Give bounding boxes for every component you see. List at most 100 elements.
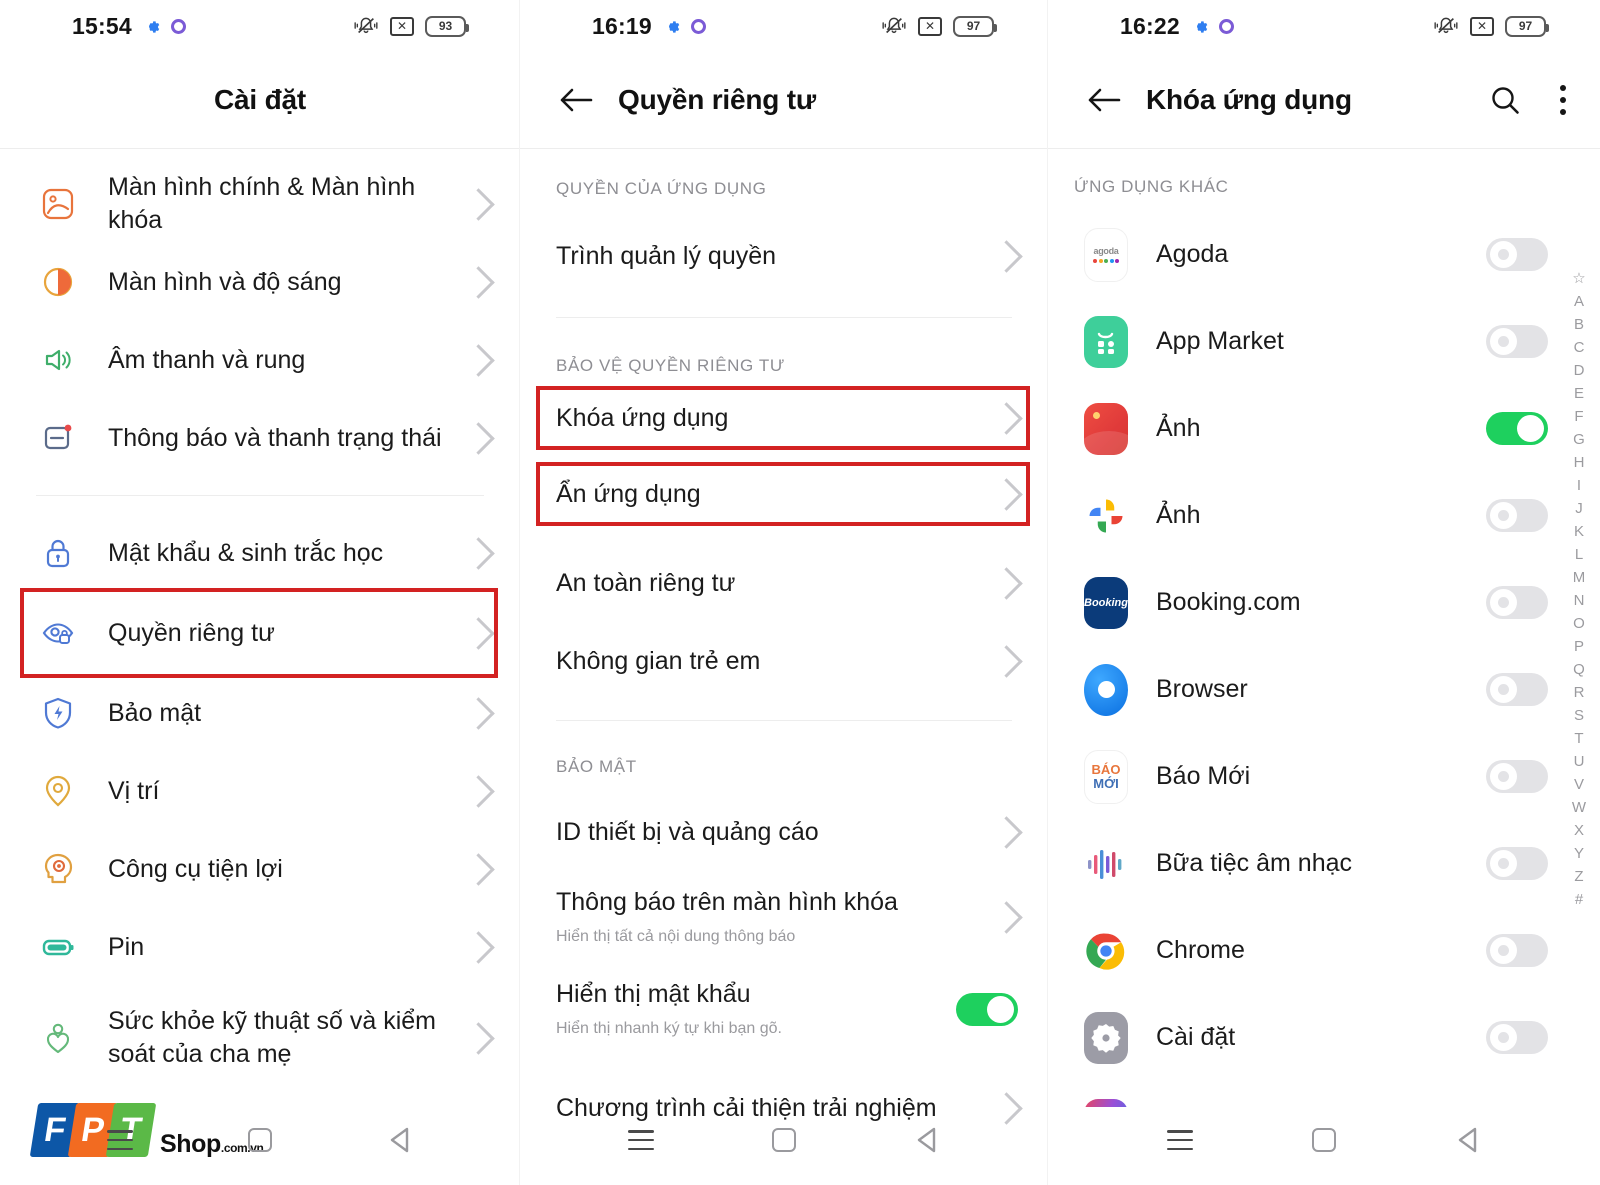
list-item[interactable]: Ảnh — [1048, 385, 1600, 472]
nav-bar — [0, 1117, 520, 1163]
alpha-item[interactable]: W — [1572, 797, 1586, 819]
sidebar-item-sound-vibration[interactable]: Âm thanh và rung — [0, 321, 520, 399]
home-square-icon[interactable] — [761, 1117, 807, 1163]
toggle-app-lock[interactable] — [1486, 934, 1548, 967]
alpha-item[interactable]: X — [1574, 820, 1584, 842]
toggle-app-lock[interactable] — [1486, 1021, 1548, 1054]
alpha-item[interactable]: I — [1577, 475, 1581, 497]
alpha-item[interactable]: V — [1574, 774, 1584, 796]
toggle-app-lock[interactable] — [1486, 586, 1548, 619]
toggle-app-lock[interactable] — [1486, 238, 1548, 271]
sidebar-item-privacy[interactable]: Quyền riêng tư — [0, 592, 520, 674]
list-item[interactable]: Booking Booking.com — [1048, 559, 1600, 646]
alpha-item[interactable]: P — [1574, 636, 1584, 658]
sidebar-item-display-brightness[interactable]: Màn hình và độ sáng — [0, 243, 520, 321]
list-item[interactable]: agoda Agoda — [1048, 211, 1600, 298]
back-triangle-icon[interactable] — [377, 1117, 423, 1163]
row-kids-space[interactable]: Không gian trẻ em — [520, 622, 1048, 700]
list-item[interactable]: Ảnh — [1048, 472, 1600, 559]
sidebar-item-password-biometrics[interactable]: Mật khẩu & sinh trắc học — [0, 514, 520, 592]
list-item[interactable]: Chrome — [1048, 907, 1600, 994]
sidebar-item-notifications-statusbar[interactable]: Thông báo và thanh trạng thái — [0, 399, 520, 477]
alpha-item[interactable]: L — [1575, 544, 1583, 566]
toggle-app-lock[interactable] — [1486, 412, 1548, 445]
toggle-app-lock[interactable] — [1486, 499, 1548, 532]
alpha-item[interactable]: R — [1574, 682, 1585, 704]
no-sim-icon: ✕ — [1470, 16, 1494, 36]
list-item[interactable]: Browser — [1048, 646, 1600, 733]
row-label: Mật khẩu & sinh trắc học — [108, 538, 384, 567]
kebab-menu-icon[interactable] — [1559, 85, 1566, 115]
alpha-item[interactable]: K — [1574, 521, 1584, 543]
section-label-privacy-protection: BẢO VỆ QUYỀN RIÊNG TƯ — [556, 356, 785, 375]
row-label: An toàn riêng tư — [556, 568, 736, 597]
alpha-item[interactable]: Z — [1574, 866, 1583, 888]
row-label: Bảo mật — [108, 698, 202, 727]
sidebar-item-location[interactable]: Vị trí — [0, 752, 520, 830]
alpha-item[interactable]: G — [1573, 429, 1585, 451]
battery-icon — [36, 925, 80, 969]
sidebar-item-convenience-tools[interactable]: Công cụ tiện lợi — [0, 830, 520, 908]
row-hide-app[interactable]: Ẩn ứng dụng — [520, 466, 1048, 522]
alpha-item[interactable]: # — [1575, 889, 1583, 911]
toggle-app-lock[interactable] — [1486, 847, 1548, 880]
row-private-safe[interactable]: An toàn riêng tư — [520, 544, 1048, 622]
alpha-item[interactable]: J — [1575, 498, 1583, 520]
list-item[interactable]: Bữa tiệc âm nhạc — [1048, 820, 1600, 907]
alpha-item[interactable]: M — [1573, 567, 1586, 589]
toggle-app-lock[interactable] — [1486, 760, 1548, 793]
alpha-item[interactable]: H — [1574, 452, 1585, 474]
menu-icon[interactable] — [1157, 1117, 1203, 1163]
list-item[interactable]: App Market — [1048, 298, 1600, 385]
sidebar-item-digital-wellbeing[interactable]: Sức khỏe kỹ thuật số và kiểm soát của ch… — [0, 986, 520, 1090]
list-item[interactable]: BÁO MỚI Báo Mới — [1048, 733, 1600, 820]
row-show-password[interactable]: Hiển thị mật khẩu Hiển thị nhanh ký tự k… — [520, 963, 1048, 1055]
alpha-item[interactable]: O — [1573, 613, 1585, 635]
chevron-right-icon — [990, 239, 1023, 273]
row-app-lock[interactable]: Khóa ứng dụng — [520, 390, 1048, 446]
sidebar-item-security[interactable]: Bảo mật — [0, 674, 520, 752]
panel-settings: 15:54 ✕ 93 Cài đặt Màn hình chính & Màn … — [0, 0, 520, 1185]
alpha-item[interactable]: B — [1574, 314, 1584, 336]
alpha-item[interactable]: ☆ — [1572, 268, 1585, 290]
sidebar-item-battery[interactable]: Pin — [0, 908, 520, 986]
alpha-item[interactable]: T — [1574, 728, 1583, 750]
row-lockscreen-notifications[interactable]: Thông báo trên màn hình khóa Hiển thị tấ… — [520, 871, 1048, 963]
toggle-app-lock[interactable] — [1486, 673, 1548, 706]
circle-dot-icon — [170, 18, 186, 34]
menu-icon[interactable] — [97, 1117, 143, 1163]
music-party-icon — [1084, 842, 1128, 886]
alpha-item[interactable]: U — [1574, 751, 1585, 773]
alpha-item[interactable]: F — [1574, 406, 1583, 428]
alphabet-index[interactable]: ☆ A B C D E F G H I J K L M N O P Q R S … — [1566, 268, 1592, 911]
app-name: Booking.com — [1156, 588, 1301, 616]
row-permission-manager[interactable]: Trình quản lý quyền — [520, 217, 1048, 295]
alpha-item[interactable]: Y — [1574, 843, 1584, 865]
back-arrow-icon[interactable] — [556, 80, 596, 120]
page-title: Cài đặt — [214, 84, 306, 115]
search-icon[interactable] — [1489, 84, 1521, 116]
back-triangle-icon[interactable] — [1445, 1117, 1491, 1163]
alpha-item[interactable]: C — [1574, 337, 1585, 359]
back-arrow-icon[interactable] — [1084, 80, 1124, 120]
back-triangle-icon[interactable] — [904, 1117, 950, 1163]
alpha-item[interactable]: Q — [1573, 659, 1585, 681]
alpha-item[interactable]: S — [1574, 705, 1584, 727]
home-square-icon[interactable] — [1301, 1117, 1347, 1163]
toggle-show-password[interactable] — [956, 992, 1018, 1026]
home-square-icon[interactable] — [237, 1117, 283, 1163]
row-title: Hiển thị mật khẩu — [556, 980, 751, 1009]
sidebar-item-home-lock-screen[interactable]: Màn hình chính & Màn hình khóa — [0, 165, 520, 243]
list-item[interactable]: Cài đặt — [1048, 994, 1600, 1081]
battery-level: 93 — [438, 19, 453, 33]
toggle-app-lock[interactable] — [1486, 325, 1548, 358]
row-device-ad-id[interactable]: ID thiết bị và quảng cáo — [520, 793, 1048, 871]
menu-icon[interactable] — [618, 1117, 664, 1163]
alpha-item[interactable]: E — [1574, 383, 1584, 405]
alpha-item[interactable]: N — [1574, 590, 1585, 612]
divider — [1048, 148, 1600, 149]
page-title-bar: Khóa ứng dụng — [1048, 52, 1600, 148]
alpha-item[interactable]: D — [1574, 360, 1585, 382]
status-time: 15:54 — [72, 12, 132, 39]
alpha-item[interactable]: A — [1574, 291, 1584, 313]
